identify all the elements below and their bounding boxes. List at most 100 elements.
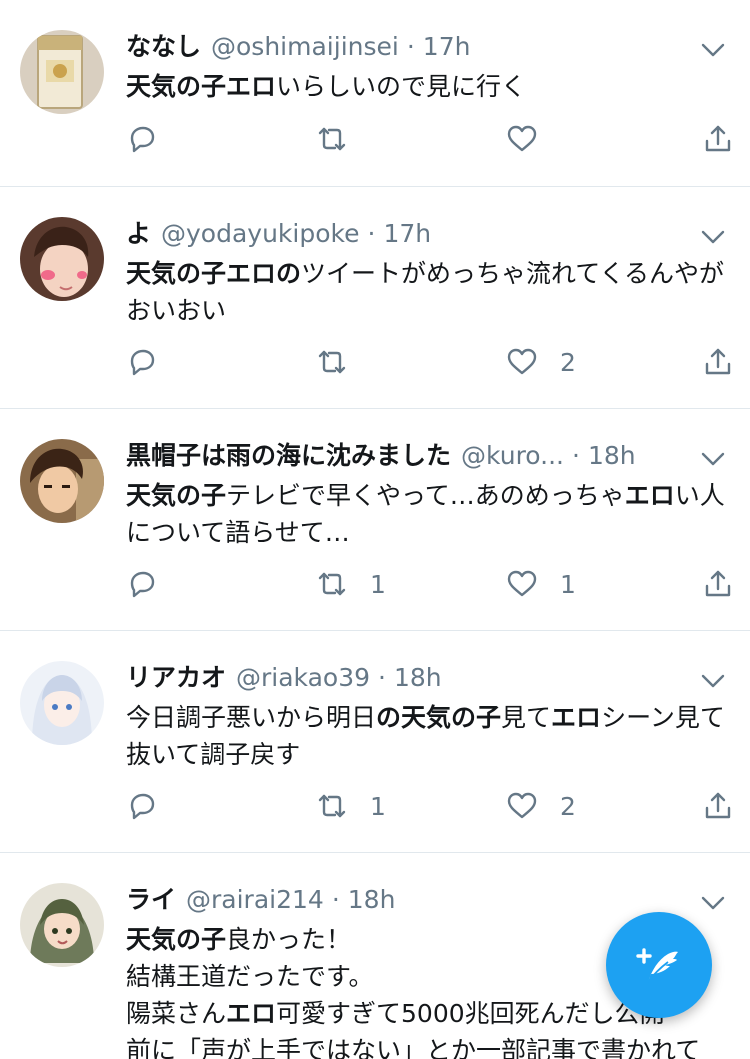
like-count: 2 [560, 347, 576, 377]
like-button[interactable] [506, 119, 560, 159]
tweet[interactable]: リアカオ @riakao39 · 18h 今日調子悪いから明日の天気の子見てエロ… [0, 631, 750, 853]
tweet-text-line: 前に「声が上手ではない」とか一部記事で書かれて [126, 1032, 728, 1059]
heart-icon [506, 123, 538, 155]
chevron-down-icon[interactable] [700, 893, 726, 913]
separator-dot: · [367, 219, 376, 248]
tweet[interactable]: よ @yodayukipoke · 17h 天気の子エロのツイートがめっちゃ流れ… [0, 187, 750, 409]
compose-feather-icon [634, 940, 684, 990]
avatar[interactable] [20, 217, 104, 301]
separator-dot: · [572, 441, 580, 470]
tweet-header: ななし @oshimaijinsei · 17h [126, 28, 728, 66]
reply-button[interactable] [126, 564, 180, 604]
chevron-down-icon[interactable] [700, 449, 726, 469]
heart-icon [506, 790, 538, 822]
tweet-text-bold: 天気の子 [126, 925, 227, 954]
tweet-text-plain: 結構王道だったです。 [126, 962, 374, 991]
compose-tweet-button[interactable] [606, 912, 712, 1018]
separator-dot: · [406, 32, 415, 61]
tweet-text-plain: いらしいので見に行く [276, 72, 527, 101]
retweet-count: 1 [370, 791, 386, 821]
retweet-button[interactable] [316, 342, 370, 382]
tweet-content: ななし @oshimaijinsei · 17h 天気の子エロいらしいので見に行… [126, 28, 728, 105]
timeline: ななし @oshimaijinsei · 17h 天気の子エロいらしいので見に行… [0, 0, 750, 1059]
display-name[interactable]: よ [126, 215, 151, 253]
tweet-text-plain: テレビで早くやって…あのめっちゃ [226, 481, 625, 510]
tweet-text-plain: 良かった！ [226, 925, 352, 954]
display-name[interactable]: ななし [126, 28, 201, 66]
avatar[interactable] [20, 439, 104, 523]
retweet-button[interactable]: 1 [316, 786, 386, 826]
tweet-text-plain: 今日調子悪いから明日 [126, 703, 377, 732]
timestamp[interactable]: 17h [383, 215, 431, 253]
share-icon [702, 790, 734, 822]
chevron-down-icon[interactable] [700, 40, 726, 60]
avatar[interactable] [20, 661, 104, 745]
tweet-header: リアカオ @riakao39 · 18h [126, 659, 728, 697]
user-handle[interactable]: @rairai214 [186, 881, 324, 919]
display-name[interactable]: 黒帽子は雨の海に沈みました [126, 437, 451, 475]
reply-icon [126, 790, 158, 822]
timestamp[interactable]: 17h [423, 28, 471, 66]
separator-dot: · [378, 663, 386, 692]
tweet-actions: 1 2 [126, 786, 734, 826]
user-handle[interactable]: @kuro... [461, 437, 564, 475]
retweet-icon [316, 790, 348, 822]
tweet-actions: 1 1 [126, 564, 734, 604]
like-button[interactable]: 2 [506, 342, 576, 382]
chevron-down-icon[interactable] [700, 671, 726, 691]
separator-dot: · [331, 885, 340, 914]
tweet-actions: 2 [126, 342, 734, 382]
tweet-header: よ @yodayukipoke · 17h [126, 215, 728, 253]
avatar[interactable] [20, 30, 104, 114]
share-button[interactable] [702, 564, 734, 604]
user-handle[interactable]: @yodayukipoke [161, 215, 359, 253]
share-icon [702, 123, 734, 155]
tweet-text: 天気の子エロいらしいので見に行く [126, 68, 728, 105]
tweet-text-bold: 天気の子 [126, 481, 227, 510]
retweet-icon [316, 346, 348, 378]
avatar[interactable] [20, 883, 104, 967]
share-button[interactable] [702, 786, 734, 826]
heart-icon [506, 346, 538, 378]
share-button[interactable] [702, 119, 734, 159]
heart-icon [506, 568, 538, 600]
like-button[interactable]: 1 [506, 564, 576, 604]
tweet-text: 天気の子エロのツイートがめっちゃ流れてくるんやがおいおい [126, 255, 728, 329]
share-icon [702, 568, 734, 600]
tweet-text-bold: エロ [226, 999, 277, 1028]
retweet-button[interactable]: 1 [316, 564, 386, 604]
like-button[interactable]: 2 [506, 786, 576, 826]
reply-button[interactable] [126, 119, 180, 159]
timestamp[interactable]: 18h [588, 437, 636, 475]
reply-button[interactable] [126, 342, 180, 382]
tweet-text-plain: 前に「声が上手ではない」とか一部記事で書かれて [126, 1036, 701, 1059]
display-name[interactable]: リアカオ [126, 659, 226, 697]
share-button[interactable] [702, 342, 734, 382]
tweet-text-bold: 天気の子エロ [126, 72, 277, 101]
tweet-text-bold: エロ [624, 481, 675, 510]
share-icon [702, 346, 734, 378]
reply-button[interactable] [126, 786, 180, 826]
timestamp[interactable]: 18h [348, 881, 396, 919]
reply-icon [126, 346, 158, 378]
like-count: 1 [560, 569, 576, 599]
chevron-down-icon[interactable] [700, 227, 726, 247]
tweet-text-plain: 陽菜さん [126, 999, 227, 1028]
tweet-text-plain: 可愛すぎて5000兆回死んだし公開 [276, 999, 665, 1028]
user-handle[interactable]: @oshimaijinsei [211, 28, 399, 66]
tweet-content: 黒帽子は雨の海に沈みました @kuro... · 18h 天気の子テレビで早くや… [126, 437, 728, 551]
retweet-icon [316, 568, 348, 600]
user-handle[interactable]: @riakao39 [236, 659, 370, 697]
timestamp[interactable]: 18h [394, 659, 442, 697]
retweet-count: 1 [370, 569, 386, 599]
display-name[interactable]: ライ [126, 881, 176, 919]
tweet[interactable]: 黒帽子は雨の海に沈みました @kuro... · 18h 天気の子テレビで早くや… [0, 409, 750, 631]
retweet-icon [316, 123, 348, 155]
tweet-text-bold: 天気の子エロの [126, 259, 302, 288]
tweet-text: 今日調子悪いから明日の天気の子見てエロシーン見て抜いて調子戻す [126, 699, 728, 773]
tweet[interactable]: ななし @oshimaijinsei · 17h 天気の子エロいらしいので見に行… [0, 0, 750, 187]
tweet-text: 天気の子テレビで早くやって…あのめっちゃエロい人について語らせて… [126, 477, 728, 551]
tweet-header: ライ @rairai214 · 18h [126, 881, 728, 919]
reply-icon [126, 123, 158, 155]
retweet-button[interactable] [316, 119, 370, 159]
